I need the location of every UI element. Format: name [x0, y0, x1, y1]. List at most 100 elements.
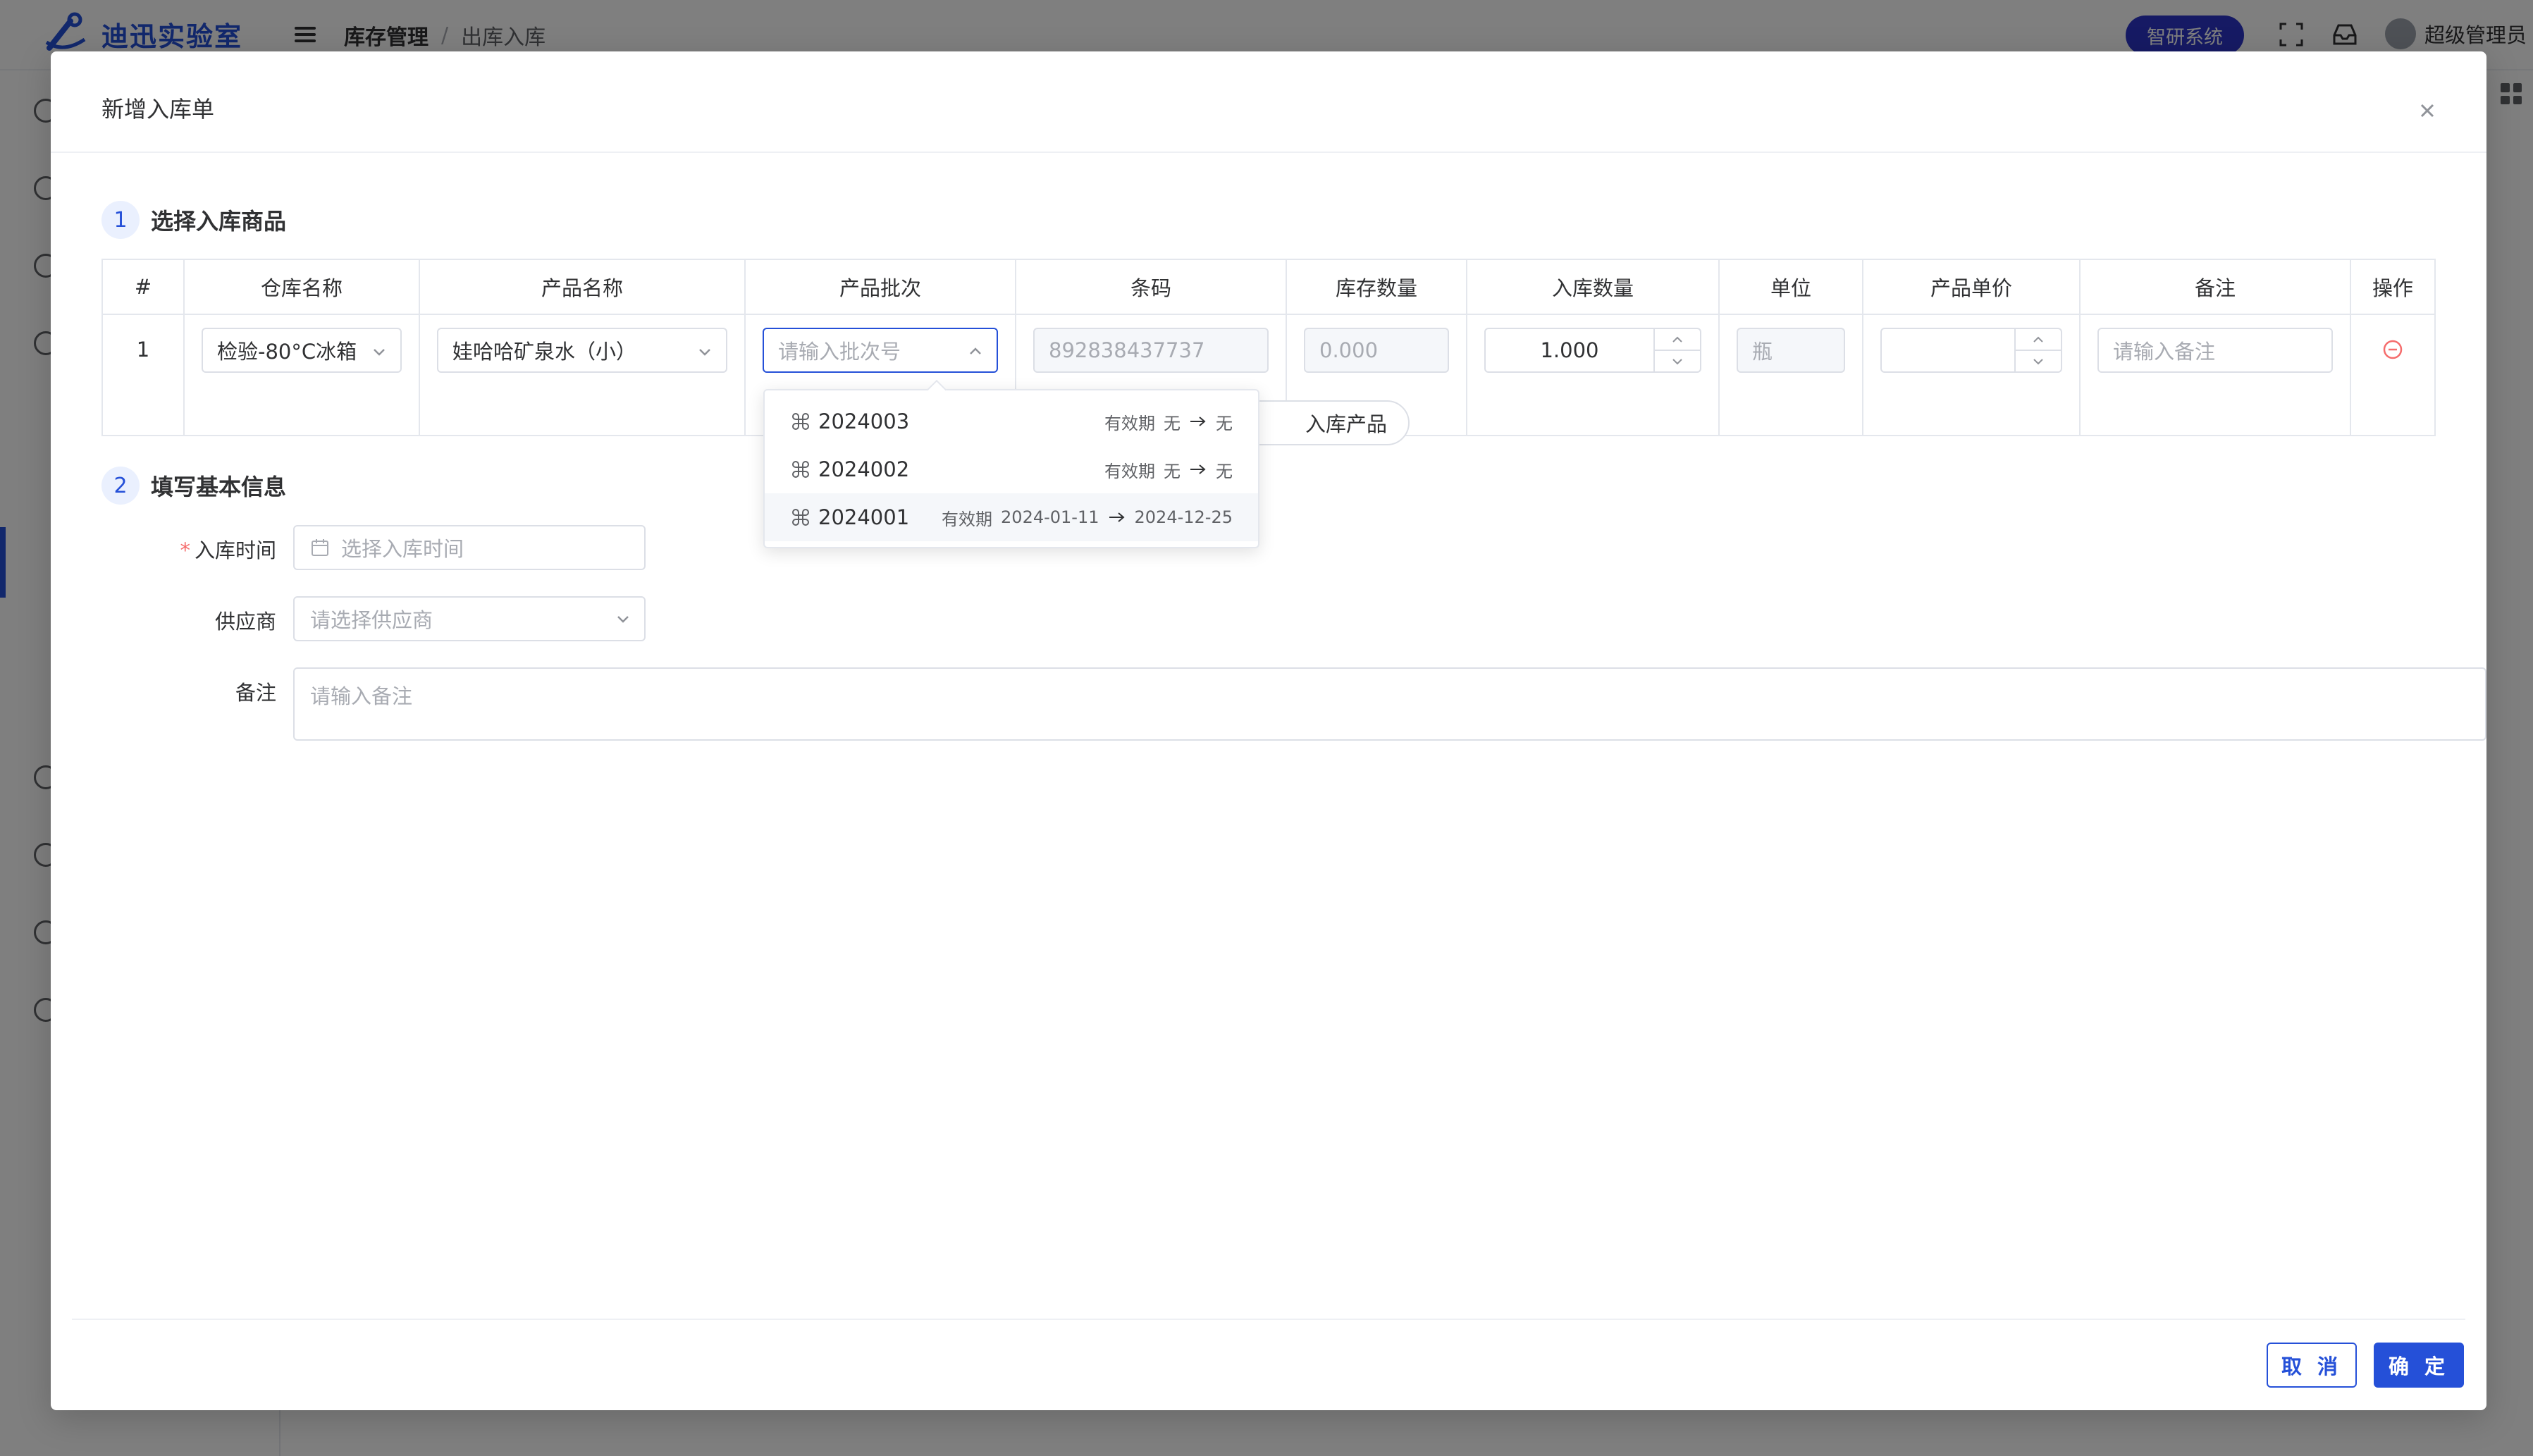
cancel-button[interactable]: 取 消 [2267, 1343, 2357, 1388]
table-header-row: # 仓库名称 产品名称 产品批次 条码 库存数量 入库数量 单位 产品单价 备注… [103, 260, 2434, 315]
row-index: 1 [103, 315, 185, 436]
unit-field: 瓶 [1737, 328, 1845, 373]
column-header: 库存数量 [1287, 260, 1467, 314]
chevron-up-icon [1672, 336, 1682, 343]
column-header: 单位 [1720, 260, 1863, 314]
required-mark: * [180, 538, 190, 562]
stock-qty-value: 0.000 [1319, 338, 1379, 362]
chevron-down-icon [374, 349, 385, 356]
batch-icon [792, 412, 809, 430]
section-title: 填写基本信息 [151, 474, 287, 500]
inbound-time-placeholder: 选择入库时间 [341, 537, 464, 561]
inbound-qty-cell: 1.000 [1467, 315, 1720, 436]
column-header: 仓库名称 [185, 260, 420, 314]
add-product-label: 入库产品 [1305, 412, 1387, 436]
chevron-up-icon [2033, 336, 2043, 343]
stock-qty-field: 0.000 [1304, 328, 1449, 373]
product-value: 娃哈哈矿泉水（小） [452, 340, 637, 364]
chevron-down-icon [699, 349, 710, 356]
step-number: 2 [101, 467, 140, 505]
product-select[interactable]: 娃哈哈矿泉水（小） [437, 328, 727, 373]
warehouse-cell: 检验-80°C冰箱 [185, 315, 420, 436]
product-cell: 娃哈哈矿泉水（小） [420, 315, 746, 436]
section-select-goods: 1 选择入库商品 [101, 201, 286, 239]
remark-cell: 请输入备注 [2081, 315, 2351, 436]
inbound-time-label: * 入库时间 [86, 534, 276, 564]
validity-label: 有效期 [1104, 461, 1155, 481]
validity-to: 2024-12-25 [1134, 507, 1233, 527]
column-header: 产品名称 [420, 260, 746, 314]
chevron-down-icon [1672, 358, 1682, 364]
inbound-time-label-text: 入库时间 [194, 538, 276, 562]
inbound-qty-value: 1.000 [1540, 338, 1599, 362]
column-header: 产品批次 [746, 260, 1016, 314]
column-header: # [103, 260, 185, 314]
batch-number: 2024002 [818, 457, 910, 481]
section-basic-info: 2 填写基本信息 [101, 467, 286, 505]
barcode-field: 892838437737 [1033, 328, 1269, 373]
remark-label: 备注 [235, 681, 276, 705]
action-cell [2351, 315, 2434, 436]
decrease-button[interactable] [1655, 351, 1700, 371]
warehouse-select[interactable]: 检验-80°C冰箱 [202, 328, 402, 373]
arrow-right-icon [1190, 417, 1206, 426]
remark-textarea[interactable]: 请输入备注 [293, 667, 2486, 741]
column-header: 入库数量 [1467, 260, 1720, 314]
column-header: 条码 [1016, 260, 1287, 314]
column-header: 产品单价 [1863, 260, 2081, 314]
validity-label: 有效期 [942, 509, 993, 529]
arrow-right-icon [1190, 464, 1206, 474]
batch-number: 2024003 [818, 409, 910, 433]
validity-from: 无 [1164, 461, 1181, 481]
chevron-down-icon [617, 616, 629, 623]
validity-to: 无 [1216, 413, 1233, 433]
price-cell [1863, 315, 2081, 436]
add-inbound-dialog: 新增入库单 1 选择入库商品 # 仓库名称 产品名称 产品批次 条码 库存数量 … [51, 51, 2486, 1410]
batch-icon [792, 460, 809, 478]
remove-row-icon[interactable] [2382, 339, 2403, 360]
validity-to: 无 [1216, 461, 1233, 481]
supplier-select[interactable]: 请选择供应商 [293, 596, 646, 641]
validity-range: 有效期 无 无 [1104, 409, 1233, 434]
unit-value: 瓶 [1752, 340, 1773, 364]
supplier-label: 供应商 [214, 610, 276, 634]
column-header: 操作 [2372, 276, 2413, 300]
step-number: 1 [101, 201, 140, 239]
chevron-up-icon [970, 347, 981, 354]
validity-label: 有效期 [1104, 413, 1155, 433]
warehouse-value: 检验-80°C冰箱 [217, 340, 357, 364]
remark-input[interactable]: 请输入备注 [2097, 328, 2333, 373]
close-icon[interactable] [2417, 101, 2437, 121]
batch-option[interactable]: 2024001 有效期 2024-01-11 2024-12-25 [765, 493, 1258, 541]
batch-select[interactable]: 请输入批次号 [763, 328, 998, 373]
arrow-right-icon [1109, 512, 1125, 522]
column-header: 备注 [2081, 260, 2351, 314]
validity-from: 2024-01-11 [1001, 507, 1099, 527]
batch-placeholder: 请输入批次号 [778, 340, 901, 364]
batch-icon [792, 508, 809, 526]
barcode-value: 892838437737 [1049, 338, 1205, 362]
chevron-down-icon [2033, 358, 2043, 364]
stepper-buttons [2014, 329, 2061, 371]
decrease-button[interactable] [2016, 351, 2061, 371]
unit-cell: 瓶 [1720, 315, 1863, 436]
increase-button[interactable] [1655, 329, 1700, 351]
supplier-placeholder: 请选择供应商 [310, 608, 433, 632]
remark-textarea-placeholder: 请输入备注 [310, 684, 413, 708]
batch-option[interactable]: 2024002 有效期 无 无 [765, 445, 1258, 493]
remark-placeholder: 请输入备注 [2113, 340, 2216, 364]
inbound-time-picker[interactable]: 选择入库时间 [293, 525, 646, 570]
dialog-header: 新增入库单 [51, 51, 2486, 153]
price-stepper[interactable] [1880, 328, 2062, 373]
batch-number: 2024001 [818, 505, 910, 529]
calendar-icon [312, 539, 328, 556]
inbound-qty-stepper[interactable]: 1.000 [1484, 328, 1701, 373]
batch-option[interactable]: 2024003 有效期 无 无 [765, 397, 1258, 445]
validity-from: 无 [1164, 413, 1181, 433]
confirm-button[interactable]: 确 定 [2374, 1343, 2464, 1388]
increase-button[interactable] [2016, 329, 2061, 351]
section-title: 选择入库商品 [151, 208, 287, 235]
validity-range: 有效期 无 无 [1104, 457, 1233, 482]
dialog-footer-divider [72, 1319, 2465, 1320]
stepper-buttons [1653, 329, 1700, 371]
